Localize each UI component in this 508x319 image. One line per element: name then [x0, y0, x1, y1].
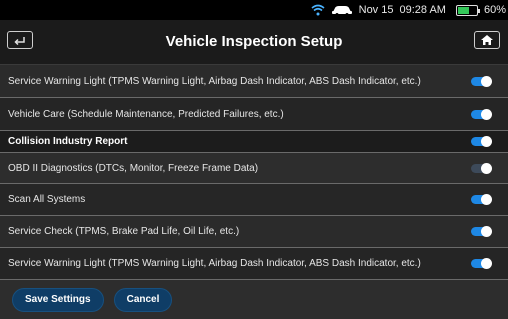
- setting-label: Scan All Systems: [8, 194, 86, 205]
- setting-row: Scan All Systems: [0, 184, 508, 216]
- setting-label: OBD II Diagnostics (DTCs, Monitor, Freez…: [8, 162, 259, 174]
- page-title: Vehicle Inspection Setup: [165, 33, 343, 50]
- setting-label: Vehicle Care (Schedule Maintenance, Pred…: [8, 108, 284, 120]
- home-icon: [481, 35, 493, 45]
- toggle-switch[interactable]: [471, 162, 492, 174]
- wifi-icon: [311, 4, 325, 16]
- battery-icon: [455, 4, 480, 16]
- setting-label: Collision Industry Report: [8, 136, 128, 147]
- toggle-switch[interactable]: [471, 258, 492, 269]
- home-button[interactable]: [474, 31, 500, 49]
- setting-row: Service Warning Light (TPMS Warning Ligh…: [0, 248, 508, 280]
- toggle-switch[interactable]: [471, 75, 492, 87]
- setting-row: Service Warning Light (TPMS Warning Ligh…: [0, 65, 508, 98]
- car-icon: [331, 6, 352, 16]
- toggle-switch[interactable]: [471, 108, 492, 120]
- toggle-switch[interactable]: [471, 136, 492, 147]
- setting-label: Service Check (TPMS, Brake Pad Life, Oil…: [8, 226, 240, 237]
- header-bar: Vehicle Inspection Setup: [0, 20, 508, 65]
- status-bar: Nov 15 09:28 AM 60%: [0, 0, 508, 20]
- toggle-switch[interactable]: [471, 226, 492, 237]
- status-date: Nov 15: [358, 4, 394, 16]
- setting-label: Service Warning Light (TPMS Warning Ligh…: [8, 258, 421, 269]
- section-header-row: Collision Industry Report: [0, 131, 508, 153]
- setting-row: Vehicle Care (Schedule Maintenance, Pred…: [0, 98, 508, 131]
- cancel-button[interactable]: Cancel: [113, 287, 173, 312]
- footer-bar: Save Settings Cancel: [0, 280, 508, 319]
- save-settings-button[interactable]: Save Settings: [12, 287, 104, 312]
- setting-row: OBD II Diagnostics (DTCs, Monitor, Freez…: [0, 153, 508, 184]
- battery-percent: 60%: [483, 4, 506, 16]
- setting-row: Service Check (TPMS, Brake Pad Life, Oil…: [0, 216, 508, 248]
- setting-label: Service Warning Light (TPMS Warning Ligh…: [8, 75, 421, 87]
- toggle-switch[interactable]: [471, 194, 492, 205]
- status-time: 09:28 AM: [399, 4, 446, 16]
